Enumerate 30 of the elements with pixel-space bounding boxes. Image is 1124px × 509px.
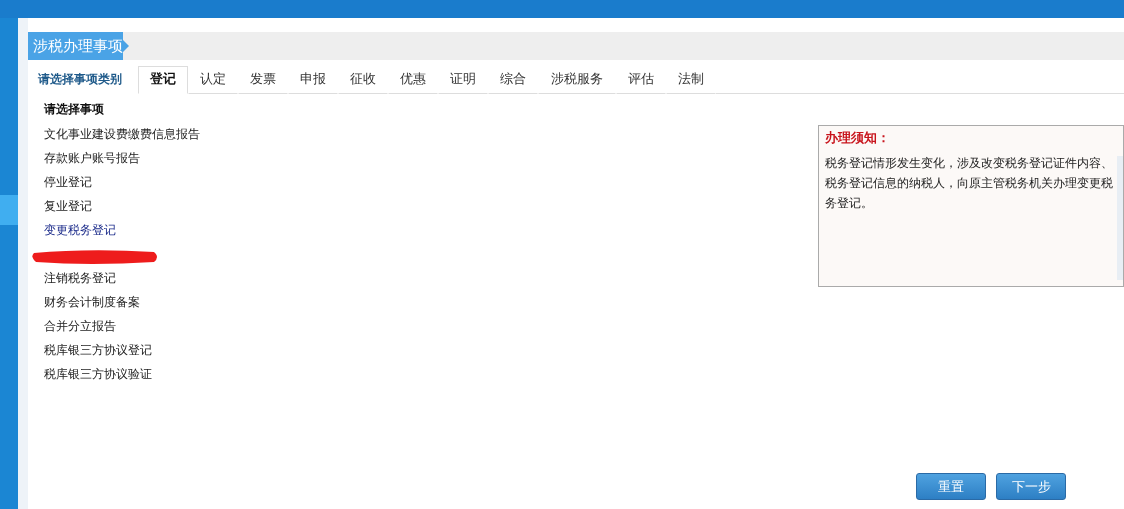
- list-item[interactable]: 财务会计制度备案: [44, 293, 140, 311]
- tab[interactable]: 申报: [288, 66, 338, 94]
- list-item[interactable]: 税库银三方协议验证: [44, 365, 152, 383]
- nav-highlight: [0, 195, 18, 225]
- tab[interactable]: 优惠: [388, 66, 438, 94]
- arrow-icon: [123, 40, 129, 52]
- tab[interactable]: 征收: [338, 66, 388, 94]
- list-item[interactable]: 停业登记: [44, 173, 92, 191]
- list-item[interactable]: 变更税务登记: [44, 221, 116, 239]
- notice-text: 税务登记情形发生变化，涉及改变税务登记证件内容、税务登记信息的纳税人，向原主管税务机关办理变更税务登记。: [825, 155, 1114, 212]
- list-item[interactable]: 税库银三方协议登记: [44, 341, 152, 359]
- tab[interactable]: 综合: [488, 66, 538, 94]
- list-item[interactable]: 注销税务登记: [44, 269, 116, 287]
- tab[interactable]: 证明: [438, 66, 488, 94]
- tab[interactable]: 认定: [188, 66, 238, 94]
- list-item[interactable]: 复业登记: [44, 197, 92, 215]
- list-heading: 请选择事项: [44, 101, 105, 118]
- tab[interactable]: 登记: [138, 66, 188, 94]
- scrollbar[interactable]: [1117, 156, 1123, 280]
- list-item[interactable]: 存款账户账号报告: [44, 149, 140, 167]
- section-title: 涉税办理事项: [28, 32, 123, 60]
- tab[interactable]: 评估: [616, 66, 666, 94]
- tab[interactable]: 法制: [666, 66, 716, 94]
- tab[interactable]: 发票: [238, 66, 288, 94]
- notice-title: 办理须知：: [825, 130, 891, 147]
- category-label: 请选择事项类别: [37, 71, 123, 88]
- list-item[interactable]: 文化事业建设费缴费信息报告: [44, 125, 200, 143]
- tab[interactable]: 涉税服务: [538, 66, 616, 94]
- action-button[interactable]: 重置: [916, 473, 986, 500]
- list-item[interactable]: 合并分立报告: [44, 317, 116, 335]
